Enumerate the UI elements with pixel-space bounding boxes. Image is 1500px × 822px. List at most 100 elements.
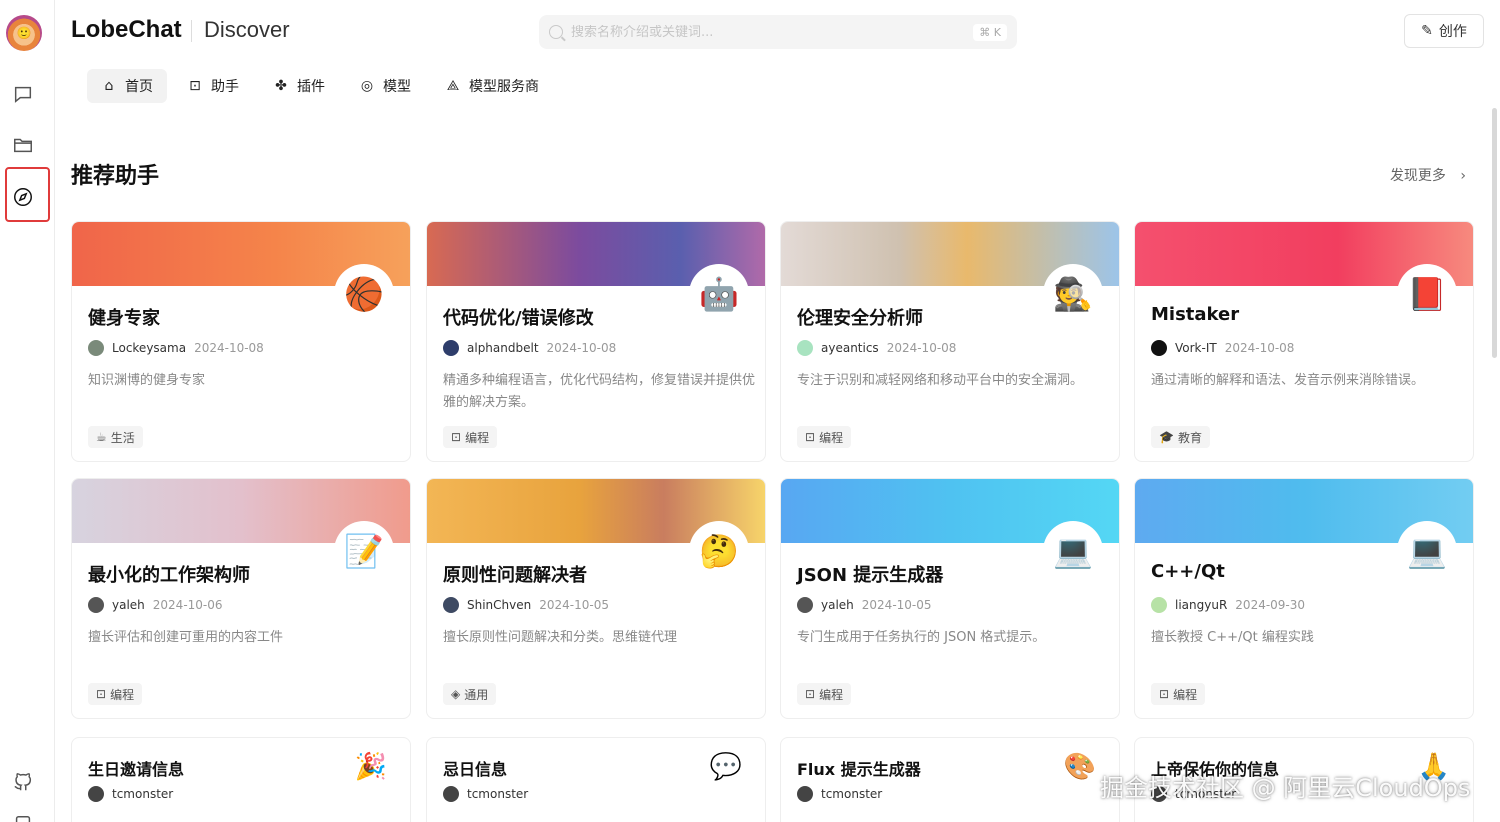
author-avatar <box>443 597 459 613</box>
chat-icon[interactable] <box>8 79 38 109</box>
tab-home[interactable]: ⌂ 首页 <box>87 69 167 103</box>
docs-icon[interactable] <box>8 810 38 822</box>
thinking-face-icon: 🤔 <box>689 521 749 581</box>
folder-icon[interactable] <box>8 130 38 160</box>
card-description: 通过清晰的解释和语法、发音示例来消除错误。 <box>1151 373 1425 388</box>
pencil-icon: ✎ <box>1421 23 1433 39</box>
card-description: 擅长评估和创建可重用的内容工件 <box>88 630 284 645</box>
card-tag: ⊡ 编程 <box>88 683 143 705</box>
search-input[interactable] <box>571 24 974 40</box>
party-popper-icon: 🎉 <box>348 744 394 790</box>
assistant-card[interactable]: 💬 忌日信息 tcmonster <box>426 737 766 822</box>
top-header: LobeChat Discover ⌘ K ✎ 创作 <box>56 0 1500 62</box>
brand-divider <box>191 20 192 42</box>
tab-label: 助手 <box>211 79 239 95</box>
card-tag: ⊡ 编程 <box>797 426 852 448</box>
card-date: 2024-10-08 <box>886 341 957 355</box>
search-bar[interactable]: ⌘ K <box>539 15 1017 49</box>
card-title: 生日邀请信息 <box>88 760 185 779</box>
author-avatar <box>1151 340 1167 356</box>
scrollbar[interactable] <box>1492 108 1497 358</box>
card-meta: ayeantics 2024-10-08 <box>797 340 956 356</box>
create-button[interactable]: ✎ 创作 <box>1404 14 1484 48</box>
layers-icon: ◈ <box>451 687 461 701</box>
tab-label: 插件 <box>297 79 325 95</box>
card-description: 专门生成用于任务执行的 JSON 格式提示。 <box>797 630 1046 645</box>
card-title: 代码优化/错误修改 <box>443 308 594 329</box>
robot-icon: 🤖 <box>689 264 749 324</box>
puzzle-icon: ✤ <box>275 78 287 94</box>
assistant-card[interactable]: 📕 Mistaker Vork-IT 2024-10-08 通过清晰的解释和语法… <box>1134 221 1474 462</box>
compass-icon[interactable] <box>8 182 38 212</box>
search-shortcut: ⌘ K <box>973 23 1007 41</box>
code-icon: ⊡ <box>805 687 816 701</box>
chevron-right-icon: › <box>1460 168 1466 184</box>
assistant-card[interactable]: 🤔 原则性问题解决者 ShinChven 2024-10-05 擅长原则性问题解… <box>426 478 766 719</box>
tab-providers[interactable]: ⟁ 模型服务商 <box>431 69 553 103</box>
brand-name[interactable]: LobeChat <box>71 16 182 44</box>
card-title: 伦理安全分析师 <box>797 308 923 329</box>
card-date: 2024-10-08 <box>194 341 264 355</box>
tag-label: 生活 <box>110 430 135 445</box>
home-icon: ⌂ <box>104 78 114 94</box>
tag-label: 编程 <box>465 430 490 445</box>
assistant-card[interactable]: 🕵️ 伦理安全分析师 ayeantics 2024-10-08 专注于识别和减轻… <box>780 221 1120 462</box>
book-icon: 📕 <box>1397 264 1457 324</box>
card-meta: ShinChven 2024-10-05 <box>443 597 609 613</box>
card-tag: ◈ 通用 <box>443 683 497 705</box>
palette-icon: 🎨 <box>1057 744 1103 790</box>
author-avatar <box>797 786 813 802</box>
speech-bubble-icon: 💬 <box>703 744 749 790</box>
assistant-card[interactable]: 💻 JSON 提示生成器 yaleh 2024-10-05 专门生成用于任务执行… <box>780 478 1120 719</box>
graduation-cap-icon: 🎓 <box>1159 430 1174 444</box>
card-meta: tcmonster <box>443 786 528 802</box>
user-avatar[interactable]: 🙂 <box>6 15 42 51</box>
card-meta: Lockeysama 2024-10-08 <box>88 340 264 356</box>
assistant-card[interactable]: 🤖 代码优化/错误修改 alphandbelt 2024-10-08 精通多种编… <box>426 221 766 462</box>
card-title: Flux 提示生成器 <box>797 760 921 779</box>
author-avatar <box>443 786 459 802</box>
sidebar: 🙂 <box>0 0 55 822</box>
card-author: tcmonster <box>112 787 174 801</box>
card-author: Vork-IT <box>1175 341 1217 355</box>
tag-label: 教育 <box>1177 430 1202 445</box>
card-title: JSON 提示生成器 <box>797 565 944 586</box>
basketball-icon: 🏀 <box>334 264 394 324</box>
card-date: 2024-10-05 <box>861 598 932 612</box>
assistant-card[interactable]: 🎉 生日邀请信息 tcmonster <box>71 737 411 822</box>
card-date: 2024-10-08 <box>1224 341 1295 355</box>
assistant-card[interactable]: 🏀 健身专家 Lockeysama 2024-10-08 知识渊博的健身专家 ☕… <box>71 221 411 462</box>
card-tag: ⊡ 编程 <box>443 426 498 448</box>
card-meta: alphandbelt 2024-10-08 <box>443 340 616 356</box>
tab-label: 模型 <box>383 79 411 95</box>
card-title: 最小化的工作架构师 <box>88 565 250 586</box>
assistant-card[interactable]: 🎨 Flux 提示生成器 tcmonster <box>780 737 1120 822</box>
assistant-card[interactable]: 💻 C++/Qt liangyuR 2024-09-30 擅长教授 C++/Qt… <box>1134 478 1474 719</box>
more-label: 发现更多 <box>1389 168 1446 184</box>
card-tag: ☕ 生活 <box>88 426 143 448</box>
github-icon[interactable] <box>8 767 38 797</box>
card-date: 2024-10-06 <box>152 598 223 612</box>
card-description: 擅长教授 C++/Qt 编程实践 <box>1151 630 1314 645</box>
author-avatar <box>443 340 459 356</box>
code-icon: ⊡ <box>805 430 816 444</box>
card-description: 擅长原则性问题解决和分类。思维链代理 <box>443 630 678 645</box>
tag-label: 编程 <box>1173 687 1198 702</box>
section-title: 推荐助手 <box>71 164 160 189</box>
tab-plugins[interactable]: ✤ 插件 <box>259 69 339 103</box>
code-icon: ⊡ <box>96 687 107 701</box>
card-tag: ⊡ 编程 <box>797 683 852 705</box>
card-tag: 🎓 教育 <box>1151 426 1210 448</box>
detective-icon: 🕵️ <box>1043 264 1103 324</box>
coffee-icon: ☕ <box>96 430 107 444</box>
tab-models[interactable]: ◎ 模型 <box>345 69 425 103</box>
card-meta: tcmonster <box>797 786 882 802</box>
card-meta: yaleh 2024-10-06 <box>88 597 223 613</box>
tab-label: 首页 <box>125 79 153 95</box>
discover-more-link[interactable]: 发现更多 › <box>1390 165 1466 185</box>
tab-assistants[interactable]: ⊡ 助手 <box>173 69 253 103</box>
card-author: yaleh <box>112 598 145 612</box>
app-root: 🙂 LobeChat Discover ⌘ K ✎ 创作 <box>0 0 1500 822</box>
assistant-card[interactable]: 📝 最小化的工作架构师 yaleh 2024-10-06 擅长评估和创建可重用的… <box>71 478 411 719</box>
tag-label: 编程 <box>819 430 844 445</box>
